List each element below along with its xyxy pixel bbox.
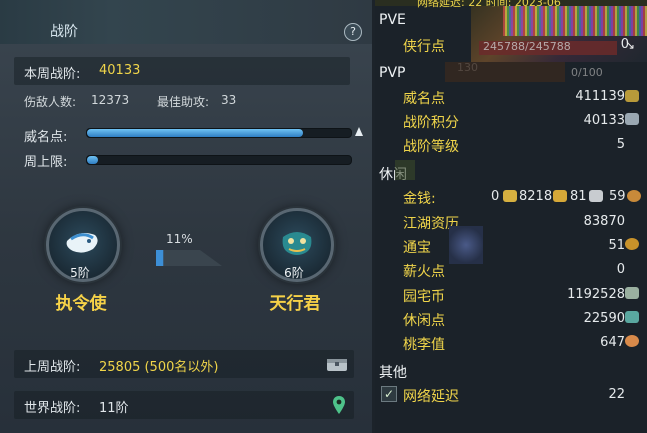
pve-section-title: PVE [379, 12, 406, 28]
gold-ingot-value: 0 [491, 189, 500, 204]
prestige-bar-label: 威名点: [24, 130, 68, 145]
current-rank-tier: 5阶 [70, 266, 90, 280]
kills-value: 12373 [91, 93, 130, 107]
money-label: 金钱: [403, 191, 436, 207]
this-week-value: 40133 [99, 63, 141, 78]
prestige-bar-fill [87, 129, 304, 137]
gold-ingot-icon [503, 190, 517, 202]
current-rank-name: 执令使 [55, 294, 107, 314]
chest-icon[interactable] [326, 356, 348, 372]
latency-label: 网络延迟 [403, 389, 459, 405]
silver-icon [589, 190, 603, 202]
peach-label: 桃李值 [403, 337, 445, 353]
pvp-level-value: 5 [616, 137, 625, 152]
pointer-icon: ↘ [625, 38, 636, 52]
firewood-value: 0 [616, 262, 625, 277]
pve-overlay-hp-text: 245788/245788 [483, 40, 571, 53]
weekly-limit-label: 周上限: [24, 155, 68, 170]
last-week-label: 上周战阶: [24, 360, 81, 375]
latency-checkbox[interactable]: ✓ [381, 386, 397, 402]
weekly-limit-fill [87, 156, 98, 164]
next-rank-tier: 6阶 [284, 266, 304, 280]
tongbao-value: 51 [608, 238, 625, 253]
prestige-bar [86, 128, 352, 138]
garden-coin-icon [625, 287, 639, 299]
pvp-score-label: 战阶积分 [403, 115, 459, 131]
pvp-prestige-label: 威名点 [403, 91, 445, 107]
tongbao-label: 通宝 [403, 240, 431, 256]
weekly-limit-bar [86, 155, 352, 165]
last-week-value: 25805 (500名以外) [99, 360, 219, 375]
this-week-label: 本周战阶: [24, 67, 81, 82]
world-rank-label: 世界战阶: [24, 401, 81, 416]
pvp-level-label: 战阶等级 [403, 139, 459, 155]
battle-score-icon [625, 113, 639, 125]
help-button[interactable]: ? [344, 23, 362, 41]
leisure-overlay [395, 160, 415, 180]
assists-value: 33 [221, 93, 237, 107]
peach-icon [625, 335, 639, 347]
prestige-icon [625, 90, 639, 102]
pvp-prestige-value: 411139 [575, 89, 625, 104]
item-sticker [449, 226, 483, 264]
rank-progress-arrow [156, 250, 222, 266]
world-rank-value: 11阶 [99, 401, 129, 416]
this-week-rank-row: 本周战阶: 40133 [14, 57, 350, 85]
silver-value: 81 [570, 189, 587, 204]
latency-value: 22 [608, 387, 625, 402]
leisure-points-value: 22590 [583, 311, 625, 326]
last-week-rank-row: 上周战阶: 25805 (500名以外) [14, 350, 354, 378]
next-rank-name: 天行君 [269, 294, 321, 314]
assists-label: 最佳助攻: [157, 95, 210, 109]
garden-coin-label: 园宅币 [403, 289, 445, 305]
location-pin-icon[interactable] [332, 395, 346, 415]
kills-label: 伤敌人数: [24, 95, 77, 109]
world-rank-row: 世界战阶: 11阶 [14, 391, 354, 419]
gold-value: 8218 [519, 189, 553, 204]
gold-icon [553, 190, 567, 202]
pvp-overlay-bg [445, 62, 565, 82]
pve-overlay-stripes [503, 6, 647, 36]
panel-title: 战阶 [50, 24, 78, 40]
pvp-overlay-progress: 0/100 [571, 66, 603, 79]
firewood-label: 薪火点 [403, 264, 445, 280]
garden-coin-value: 1192528 [567, 287, 625, 302]
leisure-points-label: 休闲点 [403, 313, 445, 329]
other-section-title: 其他 [379, 365, 407, 381]
battle-rank-panel: 战阶 ? 本周战阶: 40133 伤敌人数: 12373 最佳助攻: 33 威名… [0, 0, 372, 433]
copper-icon [627, 190, 641, 202]
jianghu-value: 83870 [583, 214, 625, 229]
copper-value: 59 [609, 189, 626, 204]
pvp-score-value: 40133 [583, 113, 625, 128]
currency-panel: 网络延迟: 22 时间: 2023-06 245788/245788 130 0… [375, 0, 647, 433]
pve-item-label: 侠行点 [403, 39, 445, 55]
bar-cap-icon [355, 127, 363, 136]
coin-icon [625, 238, 639, 250]
rank-progress-percent: 11% [166, 232, 193, 246]
peach-value: 647 [600, 335, 625, 350]
pvp-section-title: PVP [379, 65, 406, 81]
leisure-icon [625, 311, 639, 323]
